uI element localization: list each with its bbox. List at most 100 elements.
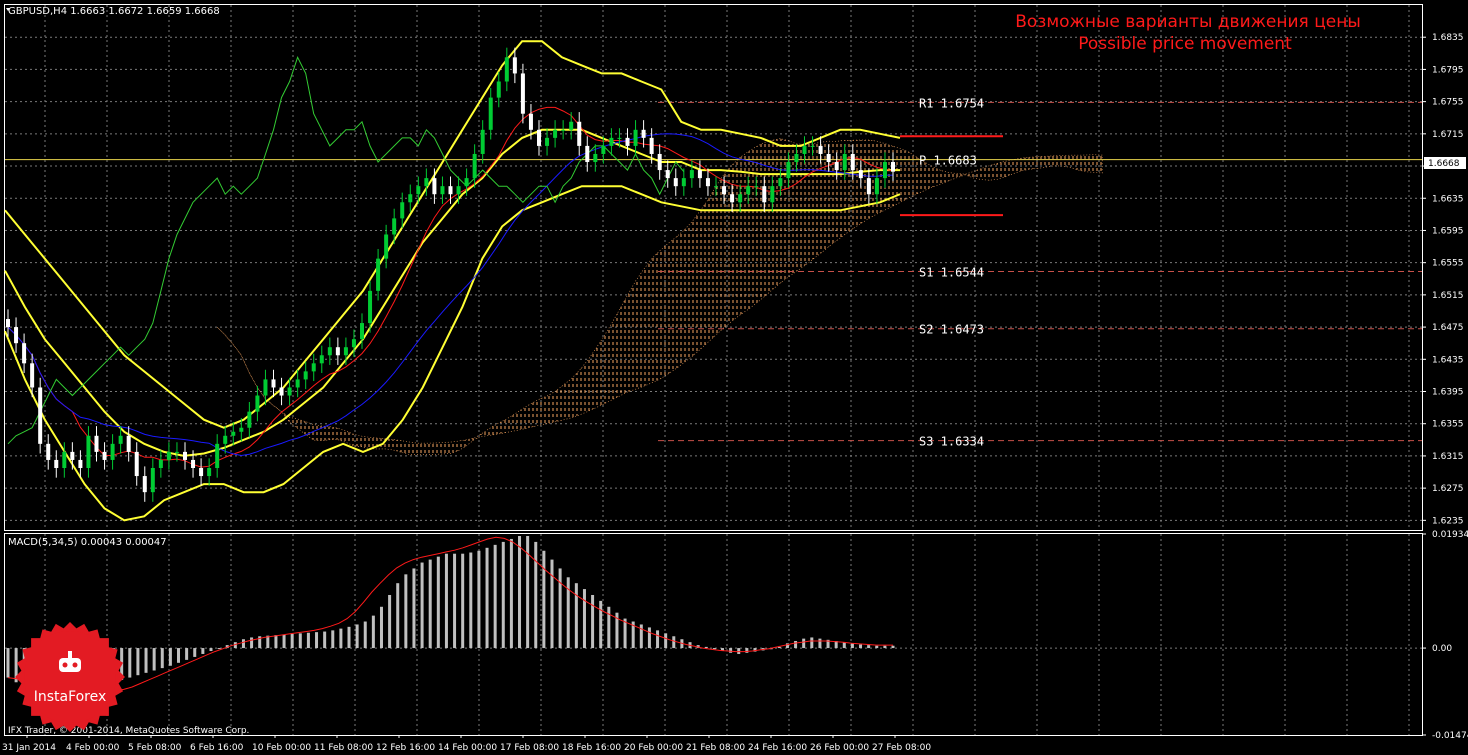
- candle-body: [569, 121, 574, 130]
- candle-body: [504, 57, 509, 82]
- candle-body: [158, 459, 163, 468]
- candle-body: [46, 443, 51, 460]
- macd-bar: [542, 550, 546, 649]
- candle-body: [408, 194, 413, 203]
- x-tick-label: 10 Feb 00:00: [252, 743, 311, 753]
- x-tick-label: 4 Feb 00:00: [66, 743, 120, 753]
- candle-body: [215, 443, 220, 468]
- macd-bar: [355, 624, 359, 649]
- candle: [199, 458, 204, 486]
- candle: [504, 47, 509, 92]
- candle: [335, 337, 340, 365]
- candle-body: [730, 194, 735, 203]
- candle: [303, 361, 308, 390]
- price-axis: 1.68351.67951.67551.67151.66751.66351.65…: [1422, 33, 1468, 741]
- macd-bar: [842, 642, 846, 649]
- candle-body: [126, 435, 131, 452]
- macd-bar: [136, 648, 140, 676]
- y-tick-label: 1.6515: [1432, 291, 1464, 301]
- candle-body: [794, 153, 799, 163]
- candle-body: [802, 145, 807, 154]
- candle: [537, 120, 541, 156]
- trading-chart[interactable]: R1 1.6754 P 1.6683 S1 1.6544 S2 1.6473 S3 1.…: [0, 0, 1468, 755]
- candle: [142, 466, 147, 502]
- candle-body: [456, 186, 461, 195]
- chart-title: GBPUSD,H4 1.6663 1.6672 1.6659 1.6668: [8, 6, 220, 17]
- candle-body: [649, 137, 654, 154]
- candle-body: [150, 467, 155, 493]
- macd-bar: [177, 648, 181, 663]
- candle-body: [866, 178, 871, 195]
- candle-body: [738, 194, 743, 203]
- candle-body: [255, 395, 260, 412]
- candle-body: [30, 363, 35, 388]
- candle: [384, 224, 389, 269]
- candle: [408, 184, 413, 212]
- macd-y-tick-label: 0.01934: [1432, 530, 1468, 540]
- macd-bar: [379, 606, 383, 649]
- candle-body: [351, 339, 356, 348]
- x-tick-label: 27 Feb 08:00: [872, 743, 931, 753]
- candle: [295, 369, 300, 398]
- candle: [279, 377, 284, 406]
- instaforex-logo: InstaForex: [15, 622, 125, 732]
- candle-body: [303, 371, 308, 380]
- candle: [319, 345, 324, 373]
- macd-bar: [453, 553, 457, 649]
- y-tick-label: 1.6835: [1432, 33, 1464, 43]
- ichimoku-cloud: [216, 138, 1103, 456]
- macd-bar: [404, 574, 408, 649]
- macd-bar: [428, 559, 432, 649]
- x-tick-label: 14 Feb 00:00: [438, 743, 497, 753]
- macd-bar: [241, 639, 245, 649]
- candle-body: [842, 153, 847, 171]
- candle-body: [432, 178, 437, 195]
- candle-body: [480, 129, 485, 154]
- candle-body: [826, 153, 831, 163]
- candle-body: [424, 178, 429, 187]
- annotation-ru: Возможные варианты движения цены: [1015, 12, 1361, 32]
- y-tick-label: 1.6635: [1432, 194, 1464, 204]
- macd-bar: [501, 541, 505, 649]
- candle: [174, 442, 179, 462]
- macd-indicator: [6, 536, 895, 699]
- macd-bar: [607, 606, 611, 649]
- macd-bar: [152, 648, 156, 671]
- candle: [158, 450, 163, 478]
- y-tick-label: 1.6275: [1432, 484, 1464, 494]
- candle: [673, 168, 678, 196]
- macd-bar: [818, 638, 822, 649]
- macd-bar: [323, 631, 327, 649]
- macd-bar: [891, 645, 895, 649]
- y-tick-label: 1.6475: [1432, 323, 1464, 333]
- candle-body: [641, 129, 646, 138]
- candle-body: [54, 459, 59, 468]
- macd-bar: [461, 553, 465, 649]
- candle: [150, 458, 155, 502]
- x-tick-label: 18 Feb 16:00: [562, 743, 621, 753]
- y-tick-label: 1.6235: [1432, 516, 1464, 526]
- candle-body: [14, 327, 19, 344]
- candle-body: [368, 290, 373, 324]
- candle: [110, 434, 115, 470]
- x-tick-label: 5 Feb 08:00: [128, 743, 182, 753]
- candle-body: [327, 347, 332, 356]
- candle: [520, 63, 525, 124]
- candle-body: [247, 411, 252, 428]
- macd-bar: [550, 559, 554, 649]
- macd-bar: [363, 621, 367, 649]
- candle-body: [633, 129, 638, 146]
- macd-bar: [193, 648, 197, 657]
- macd-panel-frame: [4, 533, 1423, 736]
- candle: [14, 317, 19, 353]
- candle-body: [384, 234, 389, 259]
- candle: [625, 128, 630, 156]
- candle: [609, 128, 614, 156]
- macd-bar: [436, 556, 440, 649]
- candle-body: [818, 145, 823, 154]
- macd-bar: [469, 552, 473, 649]
- candle-body: [697, 170, 702, 179]
- candle-body: [689, 170, 694, 179]
- y-tick-label: 1.6355: [1432, 420, 1464, 430]
- grid: [5, 5, 1422, 735]
